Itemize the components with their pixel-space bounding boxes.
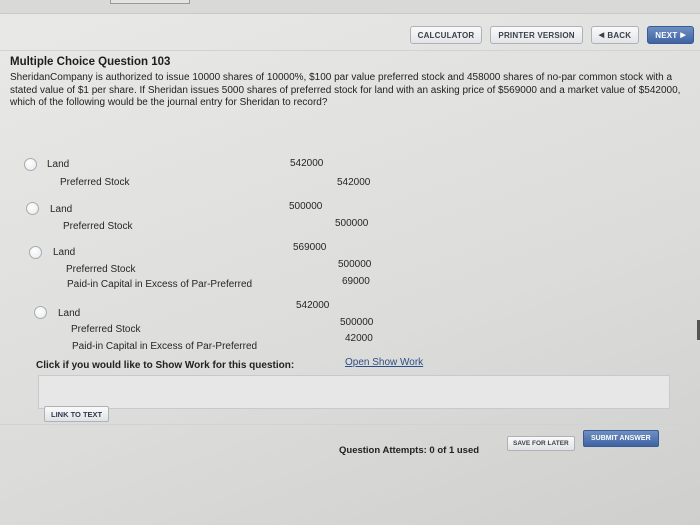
option-b-radio[interactable]: [26, 202, 39, 215]
option-a-account-1: Land: [47, 159, 70, 170]
option-d-radio[interactable]: [34, 306, 47, 319]
open-show-work-link[interactable]: Open Show Work: [345, 357, 423, 368]
submit-answer-button[interactable]: SUBMIT ANSWER: [583, 430, 659, 447]
option-b-debit-1: 500000: [289, 201, 323, 212]
option-c-debit-1: 569000: [293, 242, 327, 253]
save-for-later-label: SAVE FOR LATER: [513, 440, 569, 447]
option-b-account-2: Preferred Stock: [63, 221, 133, 232]
option-c-account-2: Preferred Stock: [66, 264, 136, 275]
save-for-later-button[interactable]: SAVE FOR LATER: [507, 436, 575, 451]
option-a-credit-2: 542000: [337, 177, 371, 188]
submit-answer-label: SUBMIT ANSWER: [591, 435, 651, 442]
question-attempts: Question Attempts: 0 of 1 used: [339, 445, 480, 456]
show-work-area[interactable]: [38, 375, 670, 409]
option-d-account-3: Paid-in Capital in Excess of Par-Preferr…: [72, 341, 258, 352]
option-a-debit-1: 542000: [290, 158, 324, 169]
option-d-account-2: Preferred Stock: [71, 324, 141, 335]
option-d-credit-2: 500000: [340, 317, 374, 328]
option-c-credit-3: 69000: [342, 276, 370, 287]
option-c-radio[interactable]: [29, 246, 42, 259]
option-d-debit-1: 542000: [296, 300, 330, 311]
option-c-account-3: Paid-in Capital in Excess of Par-Preferr…: [67, 279, 253, 290]
option-a-account-2: Preferred Stock: [60, 177, 130, 188]
option-d-account-1: Land: [58, 308, 81, 319]
link-to-text-label: LINK TO TEXT: [51, 409, 103, 419]
option-b-credit-2: 500000: [335, 218, 369, 229]
option-c-account-1: Land: [53, 247, 76, 258]
option-c-credit-2: 500000: [338, 259, 372, 270]
show-work-prompt: Click if you would like to Show Work for…: [36, 360, 295, 371]
option-b-account-1: Land: [50, 204, 73, 215]
option-a-radio[interactable]: [24, 158, 37, 171]
footer-divider: [0, 424, 700, 425]
link-to-text-button[interactable]: LINK TO TEXT: [44, 406, 110, 422]
option-d-credit-3: 42000: [345, 333, 373, 344]
